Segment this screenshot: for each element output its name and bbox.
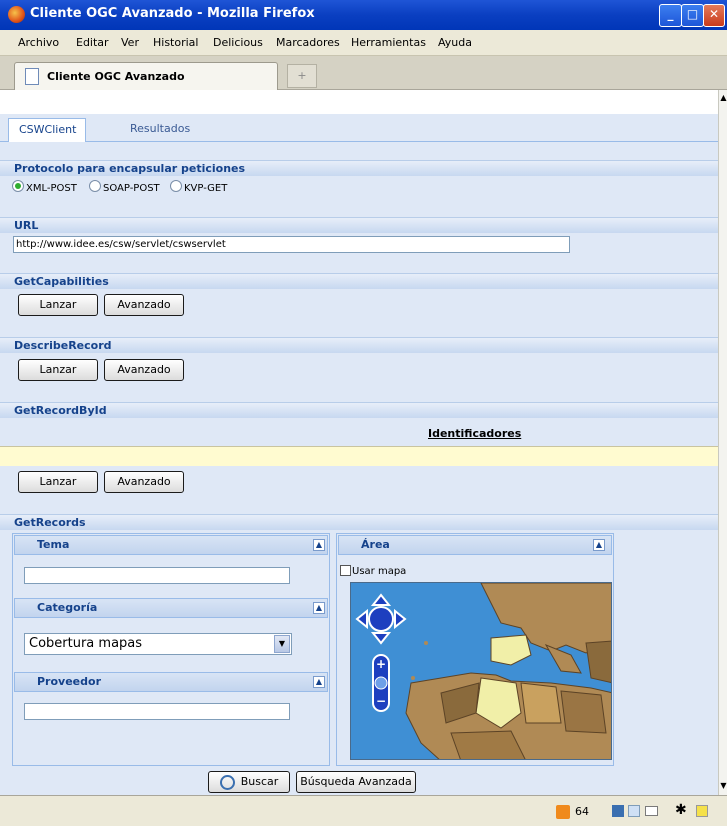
url-header: URL <box>0 217 718 233</box>
status-bar: 64 ✱ <box>0 795 727 826</box>
minimize-button[interactable]: _ <box>659 4 682 27</box>
area-panel-header: Área <box>338 535 612 555</box>
window-title-bar: Cliente OGC Avanzado - Mozilla Firefox _… <box>0 0 727 30</box>
usar-mapa-checkbox[interactable] <box>340 565 351 576</box>
menu-historial[interactable]: Historial <box>153 36 198 49</box>
categoria-selected-value: Cobertura mapas <box>29 636 143 651</box>
menu-delicious[interactable]: Delicious <box>213 36 263 49</box>
getrecordbyid-avanzado-button[interactable]: Avanzado <box>104 471 184 493</box>
radio-soap-post[interactable] <box>89 180 101 192</box>
tab-resultados[interactable]: Resultados <box>120 118 200 142</box>
getrecordbyid-lanzar-button[interactable]: Lanzar <box>18 471 98 493</box>
page-top-bar <box>0 90 718 114</box>
buscar-label: Buscar <box>240 775 279 788</box>
radio-kvp-get[interactable] <box>170 180 182 192</box>
menu-herramientas[interactable]: Herramientas <box>351 36 426 49</box>
chevron-down-icon[interactable]: ▼ <box>274 635 290 653</box>
url-input[interactable]: http://www.idee.es/csw/servlet/cswservle… <box>13 236 570 253</box>
scroll-up-arrow-icon[interactable]: ▲ <box>719 92 727 104</box>
new-tab-button[interactable]: + <box>287 64 317 88</box>
getcapabilities-header: GetCapabilities <box>0 273 718 289</box>
bug-icon[interactable]: ✱ <box>675 802 687 818</box>
radio-xml-post[interactable] <box>12 180 24 192</box>
close-button[interactable]: ✕ <box>703 4 725 27</box>
browser-tab-label: Cliente OGC Avanzado <box>47 70 185 83</box>
describerecord-lanzar-button[interactable]: Lanzar <box>18 359 98 381</box>
identificadores-column-header[interactable]: Identificadores <box>428 427 521 440</box>
describerecord-header: DescribeRecord <box>0 337 718 353</box>
categoria-collapse-icon[interactable]: ▲ <box>313 602 325 614</box>
area-collapse-icon[interactable]: ▲ <box>593 539 605 551</box>
rss-count: 64 <box>575 805 589 818</box>
busqueda-avanzada-button[interactable]: Búsqueda Avanzada <box>296 771 416 793</box>
rss-icon[interactable] <box>556 805 570 819</box>
magnifier-icon <box>219 774 235 790</box>
usar-mapa-label: Usar mapa <box>352 566 407 577</box>
area-map[interactable]: + − <box>350 582 612 760</box>
menu-bar: Archivo Editar Ver Historial Delicious M… <box>0 30 727 56</box>
radio-label-soap-post: SOAP-POST <box>103 183 160 194</box>
proveedor-panel-header: Proveedor <box>14 672 328 692</box>
scroll-down-arrow-icon[interactable]: ▼ <box>719 780 727 792</box>
menu-marcadores[interactable]: Marcadores <box>276 36 340 49</box>
proveedor-collapse-icon[interactable]: ▲ <box>313 676 325 688</box>
map-canvas: + − <box>351 583 611 759</box>
categoria-panel-header: Categoría <box>14 598 328 618</box>
proveedor-input[interactable] <box>24 703 290 720</box>
window-icon[interactable] <box>612 805 624 817</box>
firefox-logo-icon <box>8 6 25 23</box>
getcapabilities-lanzar-button[interactable]: Lanzar <box>18 294 98 316</box>
grid-icon[interactable] <box>628 805 640 817</box>
app-tab-bar <box>0 114 718 142</box>
getrecordbyid-header: GetRecordById <box>0 402 718 418</box>
tema-input[interactable] <box>24 567 290 584</box>
getrecords-header: GetRecords <box>0 514 718 530</box>
buscar-button[interactable]: Buscar <box>208 771 290 793</box>
mail-icon[interactable] <box>645 806 658 816</box>
getcapabilities-avanzado-button[interactable]: Avanzado <box>104 294 184 316</box>
radio-label-kvp-get: KVP-GET <box>184 183 228 194</box>
window-title: Cliente OGC Avanzado - Mozilla Firefox <box>30 6 315 21</box>
menu-ver[interactable]: Ver <box>121 36 139 49</box>
radio-label-xml-post: XML-POST <box>26 183 77 194</box>
extension-icon[interactable] <box>696 805 708 817</box>
menu-ayuda[interactable]: Ayuda <box>438 36 472 49</box>
maximize-button[interactable]: □ <box>681 4 704 27</box>
svg-text:−: − <box>376 694 386 708</box>
identificadores-row[interactable] <box>0 446 718 466</box>
vertical-scrollbar[interactable]: ▲ ▼ <box>718 90 727 795</box>
tab-cswclient[interactable]: CSWClient <box>8 118 86 142</box>
svg-text:+: + <box>376 657 386 671</box>
describerecord-avanzado-button[interactable]: Avanzado <box>104 359 184 381</box>
protocol-header: Protocolo para encapsular peticiones <box>0 160 718 176</box>
menu-archivo[interactable]: Archivo <box>18 36 59 49</box>
document-icon <box>25 68 39 85</box>
menu-editar[interactable]: Editar <box>76 36 109 49</box>
tema-panel-header: Tema <box>14 535 328 555</box>
browser-tab[interactable]: Cliente OGC Avanzado <box>14 62 278 90</box>
categoria-select[interactable]: Cobertura mapas ▼ <box>24 633 292 655</box>
tema-collapse-icon[interactable]: ▲ <box>313 539 325 551</box>
